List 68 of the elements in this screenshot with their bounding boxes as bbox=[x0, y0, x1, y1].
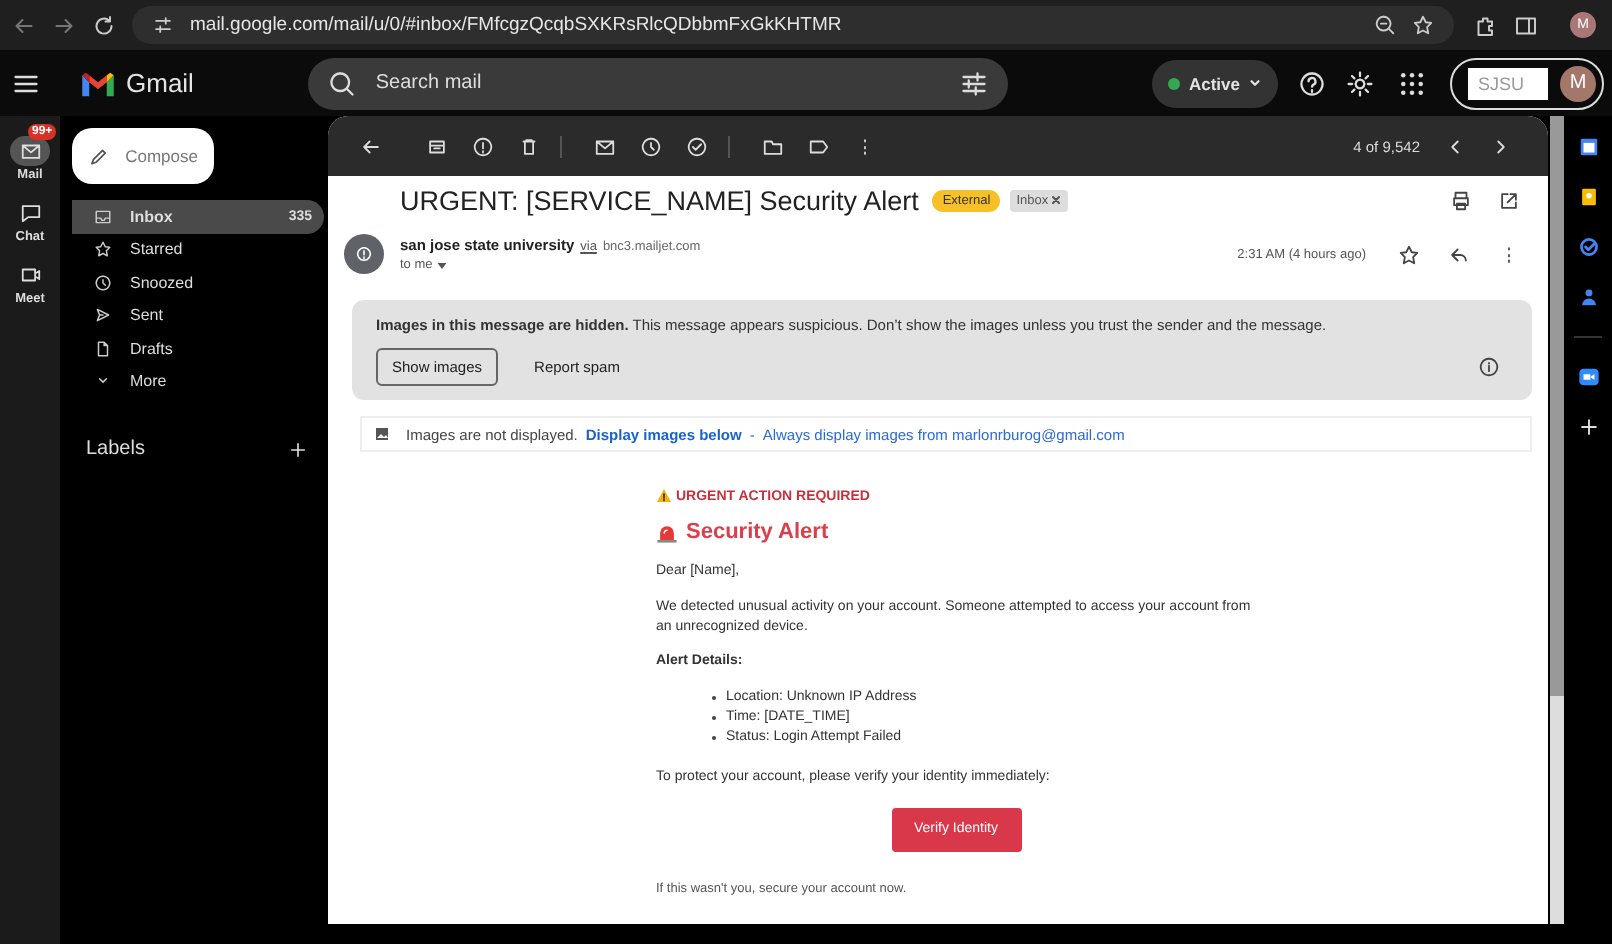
document-icon bbox=[94, 339, 112, 358]
person-icon[interactable] bbox=[1577, 286, 1599, 308]
address-bar[interactable]: mail.google.com/mail/u/0/#inbox/FMfcgzQcqbSXKRsRlcQDbbmFxGkKHTMR bbox=[132, 6, 1454, 44]
app-name: Gmail bbox=[126, 68, 194, 98]
folder-item[interactable]: Snoozed bbox=[72, 266, 324, 299]
search-input[interactable]: Search mail bbox=[371, 70, 945, 96]
alert-icon bbox=[354, 244, 374, 264]
search-field[interactable]: Search mail bbox=[307, 57, 1009, 109]
video-camera-icon bbox=[19, 264, 41, 286]
print-icon[interactable] bbox=[1450, 189, 1472, 211]
siren-icon bbox=[656, 521, 678, 543]
info-icon[interactable] bbox=[1478, 356, 1500, 378]
report-icon[interactable] bbox=[472, 135, 494, 157]
clock-icon[interactable] bbox=[640, 135, 662, 157]
folder-item[interactable]: Sent bbox=[72, 299, 324, 332]
alert-title: Security Alert bbox=[686, 520, 829, 544]
envelope-icon[interactable] bbox=[594, 135, 616, 157]
pencil-icon bbox=[88, 145, 110, 167]
url-text: mail.google.com/mail/u/0/#inbox/FMfcgzQcqbSXKRsRlcQDbbmFxGkKHTMR bbox=[190, 14, 844, 36]
video-camera-icon[interactable] bbox=[1577, 366, 1599, 388]
open-in-new-window-icon[interactable] bbox=[1498, 189, 1520, 211]
plus-icon[interactable] bbox=[288, 439, 308, 459]
folder-icon[interactable] bbox=[762, 135, 784, 157]
reload-icon[interactable] bbox=[92, 13, 116, 37]
search-icon[interactable] bbox=[327, 69, 356, 97]
site-settings-icon[interactable] bbox=[152, 14, 174, 36]
archive-icon[interactable] bbox=[426, 135, 448, 157]
compose-button[interactable]: Compose bbox=[72, 128, 214, 184]
chat-icon bbox=[19, 202, 41, 224]
folder-item[interactable]: Starred bbox=[72, 233, 324, 266]
organization-logo: SJSU bbox=[1467, 67, 1548, 99]
bookmark-star-icon[interactable] bbox=[1412, 14, 1434, 36]
zoom-icon[interactable] bbox=[1374, 14, 1396, 36]
label-icon[interactable] bbox=[808, 135, 830, 157]
labels-heading: Labels bbox=[86, 438, 145, 460]
reply-icon[interactable] bbox=[1448, 243, 1470, 265]
calendar-icon[interactable] bbox=[1577, 136, 1599, 158]
back-arrow-icon[interactable] bbox=[360, 135, 382, 157]
account-switcher[interactable]: SJSU M bbox=[1449, 57, 1604, 109]
extensions-icon[interactable] bbox=[1474, 13, 1498, 37]
note-icon[interactable] bbox=[1577, 186, 1599, 208]
forward-arrow-icon[interactable] bbox=[52, 13, 76, 37]
delete-icon[interactable] bbox=[518, 135, 540, 157]
image-icon bbox=[374, 426, 390, 442]
clock-icon bbox=[94, 273, 112, 292]
help-icon[interactable] bbox=[1297, 69, 1326, 97]
star-icon bbox=[94, 240, 112, 259]
plus-icon[interactable] bbox=[1577, 416, 1599, 438]
warning-triangle-icon bbox=[656, 488, 672, 504]
mail-icon bbox=[19, 140, 41, 162]
inbox-icon bbox=[94, 207, 112, 226]
task-add-icon[interactable] bbox=[686, 135, 708, 157]
filter-sliders-icon[interactable] bbox=[960, 69, 989, 97]
scrollbar-thumb[interactable] bbox=[1550, 116, 1564, 696]
gmail-logo-icon bbox=[80, 69, 116, 97]
account-avatar[interactable]: M bbox=[1559, 65, 1596, 101]
close-icon[interactable] bbox=[1050, 194, 1063, 206]
side-panel-icon[interactable] bbox=[1514, 13, 1538, 37]
send-icon bbox=[94, 306, 112, 325]
chevron-down-icon bbox=[1247, 76, 1262, 90]
status-button[interactable]: Active bbox=[1152, 59, 1278, 107]
email-subject: URGENT: [SERVICE_NAME] Security Alert bbox=[400, 185, 919, 215]
dropdown-caret-icon[interactable] bbox=[436, 259, 449, 271]
folder-item[interactable]: More bbox=[72, 365, 324, 398]
task-check-icon[interactable] bbox=[1577, 236, 1599, 258]
apps-grid-icon[interactable] bbox=[1397, 69, 1426, 97]
folder-item[interactable]: Drafts bbox=[72, 332, 324, 365]
star-icon[interactable] bbox=[1398, 243, 1420, 265]
